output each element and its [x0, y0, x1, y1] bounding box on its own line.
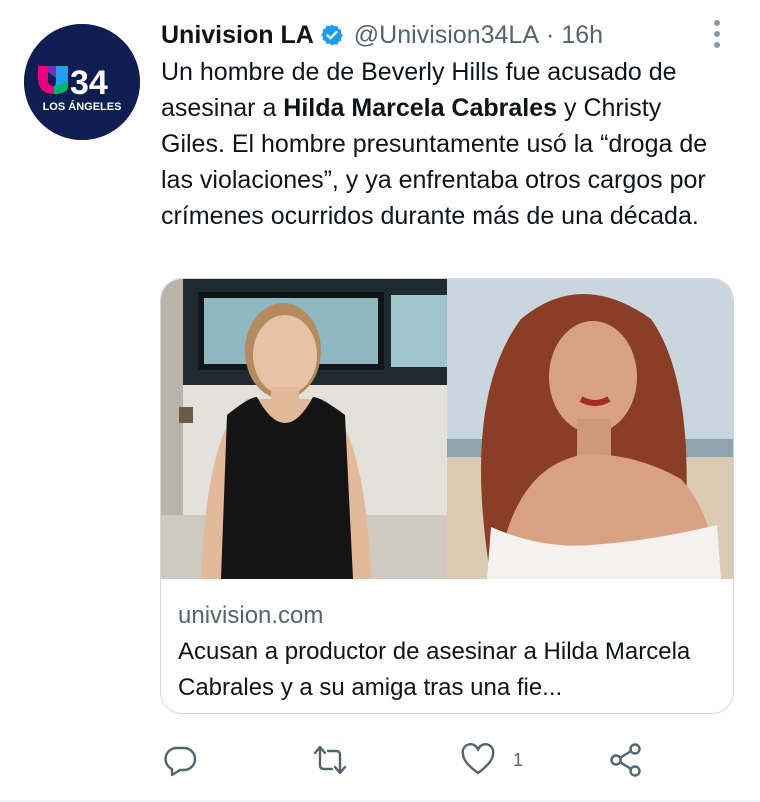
tweet-header: Univision LA @Univision34LA · 16h [161, 19, 603, 51]
tweet[interactable]: 34 LOS ÁNGELES Univision LA @Univision34… [0, 0, 760, 802]
like-icon [461, 743, 495, 775]
separator-dot: · [546, 21, 555, 49]
card-image[interactable] [161, 279, 733, 579]
reply-icon [164, 746, 197, 777]
tweet-text-bold: Hilda Marcela Cabrales [283, 94, 558, 122]
tweet-timestamp[interactable]: 16h [561, 19, 603, 51]
more-options-button[interactable] [700, 14, 734, 54]
verified-badge-icon [320, 23, 344, 47]
share-icon [610, 743, 641, 777]
svg-text:34: 34 [70, 64, 108, 102]
action-bar: 1 [0, 736, 760, 784]
share-button[interactable] [609, 736, 643, 784]
link-card[interactable]: univision.com Acusan a productor de ases… [160, 278, 734, 714]
like-count: 1 [513, 749, 524, 770]
like-button[interactable]: 1 [461, 736, 523, 784]
card-domain: univision.com [178, 602, 324, 629]
reply-button[interactable] [163, 736, 197, 784]
retweet-button[interactable] [313, 736, 347, 784]
svg-text:LOS ÁNGELES: LOS ÁNGELES [43, 100, 122, 113]
retweet-icon [313, 745, 347, 775]
account-name[interactable]: Univision LA [161, 19, 314, 51]
card-title: Acusan a productor de asesinar a Hilda M… [178, 638, 691, 701]
more-vertical-icon [714, 20, 720, 48]
avatar[interactable]: 34 LOS ÁNGELES [24, 24, 140, 140]
tweet-text: Un hombre de de Beverly Hills fue acusad… [161, 54, 721, 234]
account-handle[interactable]: @Univision34LA [354, 19, 539, 51]
